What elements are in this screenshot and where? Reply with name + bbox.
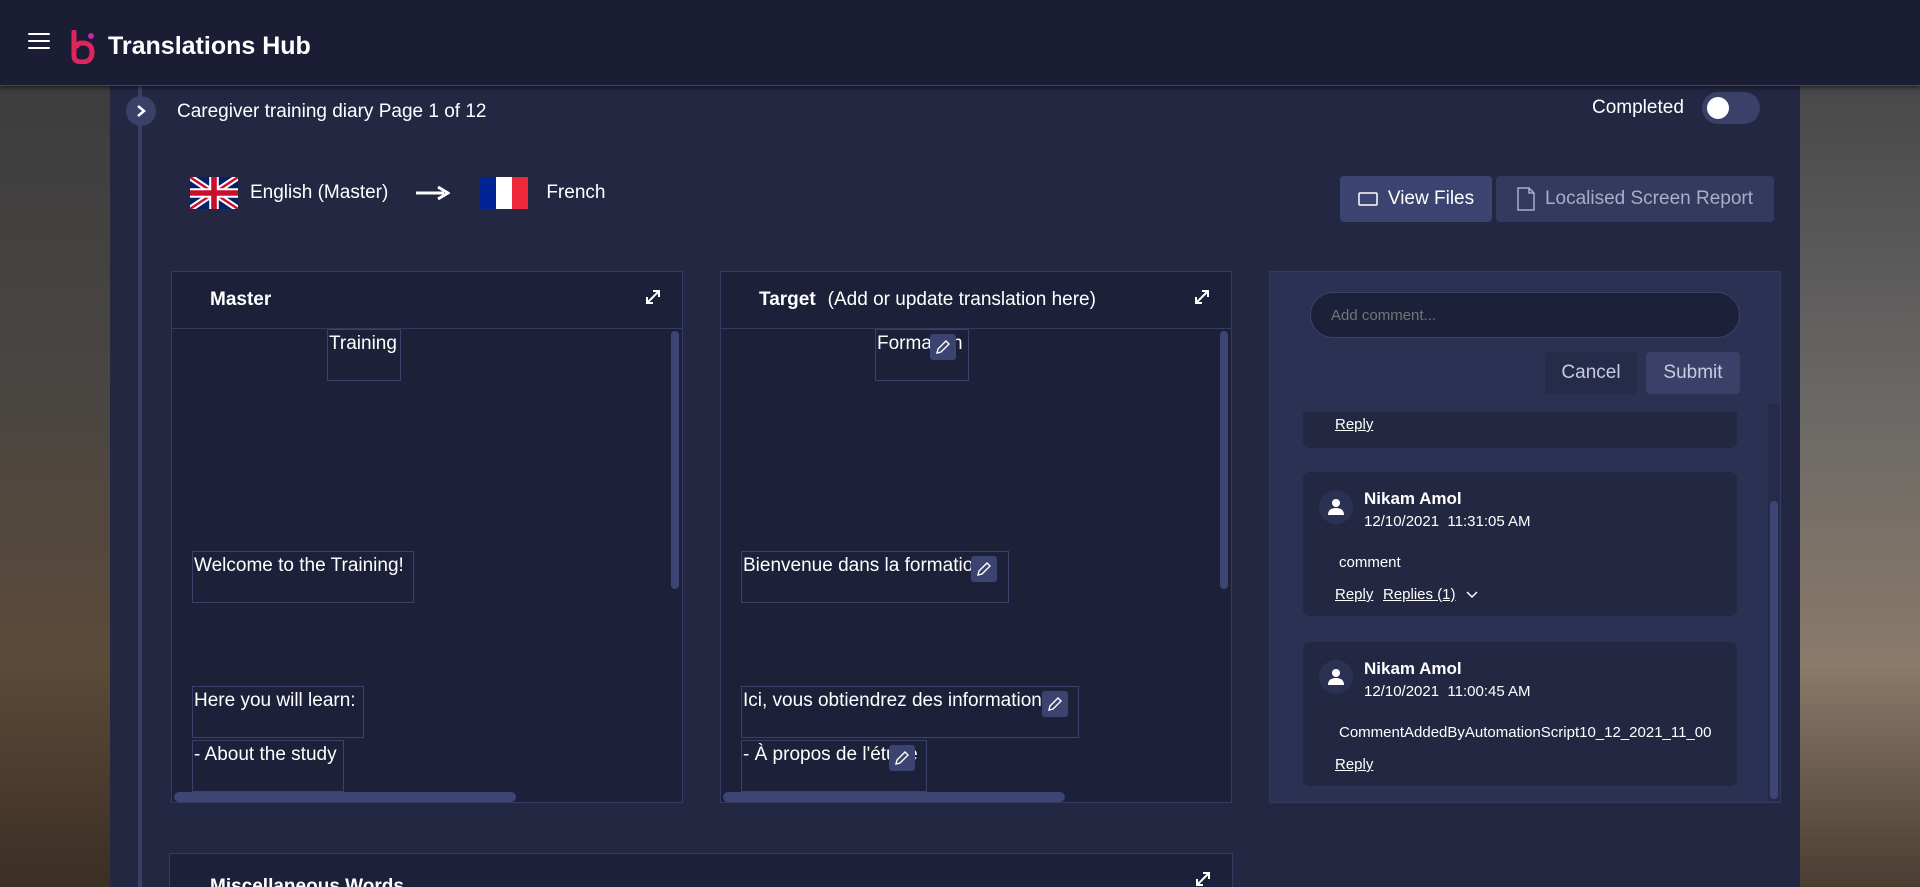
- miscellaneous-words-pane: Miscellaneous Words: [169, 853, 1233, 887]
- france-flag-icon: [480, 177, 529, 209]
- comment-text: comment: [1339, 554, 1401, 571]
- reply-link[interactable]: Reply: [1335, 756, 1373, 773]
- vertical-scrollbar[interactable]: [670, 331, 680, 791]
- edit-icon[interactable]: [971, 556, 997, 582]
- master-content: Training Welcome to the Training! Here y…: [172, 329, 682, 802]
- comment-card: Nikam Amol 12/10/2021 11:31:05 AM commen…: [1303, 472, 1737, 616]
- comments-pane: Cancel Submit Reply Nikam Amol 12/10/202…: [1269, 271, 1781, 803]
- master-segment[interactable]: Welcome to the Training!: [192, 551, 414, 603]
- cancel-button[interactable]: Cancel: [1545, 352, 1637, 394]
- target-segment[interactable]: Ici, vous obtiendrez des informations :: [741, 686, 1079, 738]
- horizontal-scrollbar[interactable]: [723, 790, 1219, 802]
- top-bar: Translations Hub: [0, 0, 1920, 86]
- target-subtitle: (Add or update translation here): [827, 289, 1096, 310]
- edit-icon[interactable]: [1042, 691, 1068, 717]
- master-segment[interactable]: - About the study: [192, 740, 344, 792]
- user-avatar-icon: [1319, 660, 1353, 694]
- background-image-right: [1800, 0, 1920, 887]
- misc-title: Miscellaneous Words: [210, 876, 404, 887]
- source-language: English (Master): [250, 182, 389, 203]
- view-files-button[interactable]: View Files: [1340, 176, 1492, 222]
- horizontal-scrollbar[interactable]: [174, 790, 670, 802]
- language-row: English (Master) French: [190, 176, 605, 210]
- target-segment[interactable]: Bienvenue dans la formation !: [741, 551, 1009, 603]
- folder-icon: [1358, 192, 1378, 206]
- app-title: Translations Hub: [108, 32, 311, 60]
- chevron-down-icon: [1466, 591, 1478, 599]
- localised-screen-report-button[interactable]: Localised Screen Report: [1496, 176, 1774, 222]
- master-title: Master: [210, 289, 272, 310]
- replies-toggle[interactable]: Replies (1): [1383, 586, 1478, 603]
- master-header: Master: [172, 272, 682, 329]
- completed-toggle[interactable]: [1702, 92, 1760, 124]
- reply-link[interactable]: Reply: [1335, 586, 1373, 603]
- master-segment[interactable]: Here you will learn:: [192, 686, 364, 738]
- comment-date: 12/10/2021 11:00:45 AM: [1364, 683, 1531, 700]
- vertical-scrollbar[interactable]: [1219, 331, 1229, 791]
- comment-date: 12/10/2021 11:31:05 AM: [1364, 513, 1531, 530]
- expand-icon[interactable]: [1193, 288, 1211, 306]
- comment-card: Nikam Amol 12/10/2021 11:00:45 AM Commen…: [1303, 642, 1737, 786]
- submit-button[interactable]: Submit: [1646, 352, 1740, 394]
- edit-icon[interactable]: [930, 334, 956, 360]
- target-content: Formation Bienvenue dans la formation ! …: [721, 329, 1231, 802]
- master-pane: Master Training Welcome to the Training!…: [171, 271, 683, 803]
- edit-icon[interactable]: [889, 745, 915, 771]
- side-rail: [138, 86, 142, 887]
- report-label: Localised Screen Report: [1544, 188, 1754, 209]
- comments-scrollbar[interactable]: [1768, 404, 1780, 801]
- expand-sidebar-button[interactable]: [126, 96, 156, 126]
- comment-list: Reply Nikam Amol 12/10/2021 11:31:05 AM …: [1270, 412, 1780, 802]
- chevron-right-icon: [137, 105, 146, 117]
- expand-icon[interactable]: [644, 288, 662, 306]
- arrow-right-icon: [416, 185, 451, 201]
- comment-author: Nikam Amol: [1364, 489, 1462, 508]
- completed-label: Completed: [1592, 97, 1684, 118]
- expand-icon[interactable]: [1194, 870, 1212, 887]
- reply-link[interactable]: Reply: [1335, 416, 1373, 433]
- comment-input[interactable]: [1310, 292, 1740, 338]
- view-files-label: View Files: [1387, 188, 1475, 209]
- comment-card: Reply: [1303, 412, 1737, 448]
- background-image-left: [0, 0, 110, 887]
- main-panel: Caregiver training diary Page 1 of 12 Co…: [110, 86, 1800, 887]
- target-pane: Target (Add or update translation here) …: [720, 271, 1232, 803]
- target-language: French: [546, 182, 606, 203]
- target-title: Target: [759, 289, 816, 310]
- comment-author: Nikam Amol: [1364, 659, 1462, 678]
- target-header: Target (Add or update translation here): [721, 272, 1231, 329]
- menu-icon[interactable]: [28, 33, 50, 51]
- document-icon: [1517, 187, 1535, 211]
- app-logo: [71, 30, 95, 64]
- page-title: Caregiver training diary Page 1 of 12: [177, 101, 487, 122]
- user-avatar-icon: [1319, 490, 1353, 524]
- comment-text: CommentAddedByAutomationScript10_12_2021…: [1339, 724, 1712, 741]
- master-segment[interactable]: Training: [327, 329, 401, 381]
- uk-flag-icon: [190, 177, 238, 209]
